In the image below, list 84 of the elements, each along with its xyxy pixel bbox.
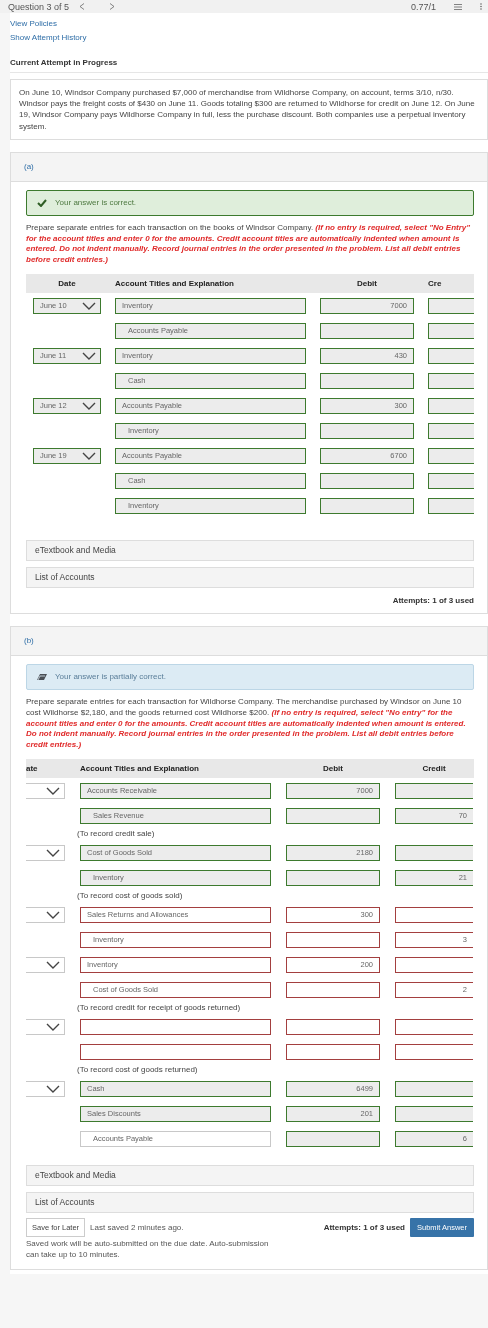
debit-field[interactable] bbox=[320, 322, 414, 339]
auto-submit-note: Saved work will be auto-submitted on the due date. Auto-submission can take up to 10 minutes. bbox=[26, 1238, 270, 1261]
credit-field[interactable] bbox=[395, 782, 473, 799]
column-header: Credit bbox=[421, 763, 447, 773]
column-header: Account Titles and Explanation bbox=[80, 763, 200, 773]
chevron-down-icon bbox=[82, 401, 96, 410]
chevron-down-icon bbox=[46, 848, 60, 857]
accordion-item[interactable]: eTextbook and Media bbox=[26, 539, 474, 561]
part-label: (b) bbox=[24, 636, 34, 646]
accordion-item[interactable]: eTextbook and Media bbox=[26, 1164, 474, 1186]
feedback-text: Your answer is partially correct. bbox=[55, 672, 166, 682]
explanation-text: (To record credit sale) bbox=[77, 828, 156, 838]
credit-field[interactable] bbox=[428, 297, 474, 314]
date-dropdown[interactable] bbox=[26, 782, 65, 799]
credit-field[interactable] bbox=[428, 472, 474, 489]
score-text: 0.77/1 bbox=[410, 1, 436, 12]
chevron-left-icon[interactable] bbox=[79, 3, 86, 10]
debit-field[interactable] bbox=[286, 931, 380, 948]
debit-field[interactable] bbox=[320, 422, 414, 439]
instructions-text: Prepare separate entries for each transaction on the books of Windsor Company. (If no entry is required, select "No Entry" for the account titles and enter 0 for the amounts. Credit account titles are automatically indented when amount is entered. Do not indent manually. Record journal entries in the order presented in the problem. List all debit entries before credit entries.) bbox=[26, 222, 472, 266]
debit-field[interactable] bbox=[286, 1043, 380, 1060]
credit-field[interactable] bbox=[428, 372, 474, 389]
question-title: Question 3 of 5 bbox=[8, 1, 70, 12]
date-dropdown[interactable] bbox=[26, 956, 65, 973]
explanation-text: (To record cost of goods sold) bbox=[77, 890, 184, 900]
attempts-text: Attempts: 1 of 3 used bbox=[392, 595, 474, 605]
credit-field[interactable] bbox=[428, 422, 474, 439]
feedback-text: Your answer is correct. bbox=[55, 198, 137, 208]
debit-field[interactable] bbox=[320, 472, 414, 489]
credit-field[interactable] bbox=[428, 447, 474, 464]
debit-field[interactable] bbox=[286, 1130, 380, 1147]
chevron-right-icon[interactable] bbox=[109, 3, 116, 10]
link[interactable]: Show Attempt History bbox=[10, 33, 87, 42]
credit-field[interactable] bbox=[395, 844, 473, 861]
credit-field[interactable] bbox=[395, 1043, 473, 1060]
column-header: Debit bbox=[356, 278, 378, 288]
credit-field[interactable] bbox=[395, 1018, 473, 1035]
debit-field[interactable] bbox=[286, 807, 380, 824]
debit-field[interactable] bbox=[286, 981, 380, 998]
chevron-down-icon bbox=[82, 301, 96, 310]
debit-field[interactable] bbox=[320, 497, 414, 514]
credit-field[interactable] bbox=[395, 956, 473, 973]
account-field[interactable] bbox=[80, 1018, 271, 1035]
chevron-down-icon bbox=[46, 1022, 60, 1031]
section-heading: Current Attempt in Progress bbox=[10, 58, 119, 69]
accordion-item[interactable]: List of Accounts bbox=[26, 1191, 474, 1213]
debit-field[interactable] bbox=[320, 372, 414, 389]
chevron-down-icon bbox=[46, 910, 60, 919]
chevron-down-icon bbox=[46, 960, 60, 969]
attempts-text: Attempts: 1 of 3 used bbox=[323, 1222, 405, 1232]
check-icon bbox=[37, 198, 47, 207]
debit-field[interactable] bbox=[286, 1018, 380, 1035]
eraser-icon bbox=[37, 672, 47, 681]
column-header: Date bbox=[57, 278, 77, 288]
date-dropdown[interactable] bbox=[26, 844, 65, 861]
credit-field[interactable] bbox=[428, 497, 474, 514]
last-saved-text: Last saved 2 minutes ago. bbox=[90, 1222, 184, 1232]
column-header: Debit bbox=[322, 763, 344, 773]
link[interactable]: View Policies bbox=[10, 19, 57, 28]
column-header: Cre bbox=[428, 278, 443, 288]
debit-field[interactable] bbox=[286, 869, 380, 886]
date-dropdown[interactable] bbox=[26, 1018, 65, 1035]
column-header: Account Titles and Explanation bbox=[115, 278, 235, 288]
credit-field[interactable] bbox=[428, 347, 474, 364]
instructions-text: Prepare separate entries for each transaction for Wildhorse Company. The merchandise purchased by Windsor on June 10 cost Wildhorse $2,180, and the goods returned cost Wildhorse $200. (If no entry is required, select "No entry" for the account titles and enter 0 for the amounts. Credit account titles are automatically indented when amount is entered. Do not indent manually. Record journal entries in the order presented in the problem. List all debit entries before credit entries.) bbox=[26, 696, 467, 751]
credit-field[interactable] bbox=[428, 322, 474, 339]
explanation-text: (To record cost of goods returned) bbox=[77, 1064, 199, 1074]
credit-field[interactable] bbox=[395, 906, 473, 923]
date-dropdown[interactable] bbox=[26, 1080, 65, 1097]
chevron-down-icon bbox=[82, 351, 96, 360]
chevron-down-icon bbox=[46, 1084, 60, 1093]
column-header: ate bbox=[26, 763, 39, 773]
credit-field[interactable] bbox=[428, 397, 474, 414]
chevron-down-icon bbox=[82, 451, 96, 460]
part-label: (a) bbox=[24, 162, 34, 172]
explanation-text: (To record credit for receipt of goods returned) bbox=[77, 1002, 242, 1012]
problem-text: On June 10, Windsor Company purchased $7,000 of merchandise from Wildhorse Company, on account, terms 3/10, n/30. Windsor pays the freight costs of $430 on June 11. Goods totaling $300 are returned to Wildhorse for credit on June 12. On June 19, Windsor Company pays Wildhorse Company in full, less the purchase discount. Both companies use a perpetual inventory system. bbox=[10, 79, 488, 140]
credit-field[interactable] bbox=[395, 1105, 473, 1122]
accordion-item[interactable]: List of Accounts bbox=[26, 566, 474, 588]
chevron-down-icon bbox=[46, 786, 60, 795]
list-icon[interactable] bbox=[454, 3, 462, 10]
date-dropdown[interactable] bbox=[26, 906, 65, 923]
credit-field[interactable] bbox=[395, 1080, 473, 1097]
account-field[interactable] bbox=[80, 1043, 271, 1060]
